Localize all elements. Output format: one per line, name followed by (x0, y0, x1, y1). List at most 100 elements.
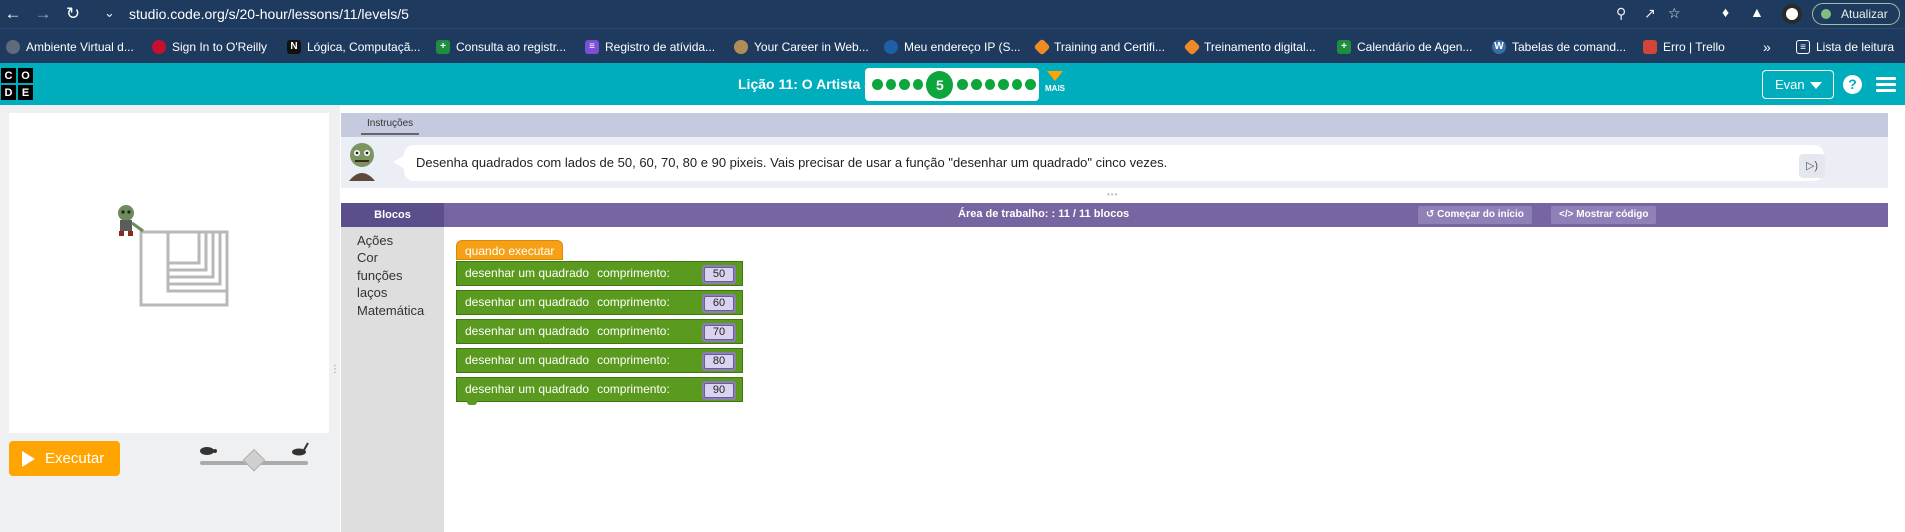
draw-square-block[interactable]: desenhar um quadrado comprimento: 50 (456, 261, 743, 286)
tab-instructions[interactable]: Instruções (361, 118, 420, 135)
more-levels-button[interactable]: MAIS (1044, 69, 1066, 99)
level-dot[interactable] (885, 79, 897, 90)
profile-avatar[interactable] (1782, 4, 1802, 24)
length-input[interactable]: 80 (702, 352, 736, 371)
logo-letter: O (17, 67, 34, 84)
zoom-icon[interactable]: ⚲ (1616, 5, 1626, 22)
level-dot[interactable] (984, 79, 996, 90)
bookmark-item[interactable]: Erro | Trello (1643, 38, 1725, 56)
length-value[interactable]: 50 (704, 267, 734, 282)
bookmark-item[interactable]: Treinamento digital... (1183, 38, 1316, 56)
logo-letter: D (0, 84, 17, 101)
update-dot-icon (1821, 9, 1831, 19)
bookmark-favicon-icon: N (287, 40, 301, 54)
user-menu-button[interactable]: Evan (1762, 70, 1834, 99)
bookmark-item[interactable]: W Tabelas de comand... (1492, 38, 1626, 56)
speed-thumb[interactable] (242, 448, 266, 472)
code-brackets-icon: </> (1559, 209, 1574, 220)
bookmark-item[interactable]: ≡ Registro de atívida... (585, 38, 715, 56)
workspace-header: Blocos Área de trabalho: : 11 / 11 bloco… (341, 203, 1888, 227)
forward-icon[interactable]: → (32, 3, 54, 25)
update-button[interactable]: Atualizar (1812, 3, 1900, 25)
length-input[interactable]: 90 (702, 381, 736, 400)
length-input[interactable]: 50 (702, 265, 736, 284)
length-value[interactable]: 60 (704, 296, 734, 311)
bookmark-item[interactable]: Ambiente Virtual d... (6, 38, 134, 56)
when-run-block[interactable]: quando executar (456, 240, 564, 260)
draw-square-block[interactable]: desenhar um quadrado comprimento: 80 (456, 348, 743, 373)
toolbox-category-loops[interactable]: laços (357, 285, 387, 300)
length-input[interactable]: 60 (702, 294, 736, 313)
bookmark-favicon-icon: + (1337, 40, 1351, 54)
block-workspace[interactable]: quando executar desenhar um quadrado comp… (444, 227, 1888, 532)
url-text[interactable]: studio.code.org/s/20-hour/lessons/11/lev… (129, 6, 409, 22)
run-button[interactable]: Executar (9, 441, 120, 476)
extensions-icon[interactable]: ♦ (1722, 4, 1729, 20)
lab-flask-icon[interactable]: ▲ (1750, 4, 1764, 20)
draw-square-block[interactable]: desenhar um quadrado comprimento: 90 (456, 377, 743, 405)
lesson-title[interactable]: Lição 11: O Artista 3 (738, 76, 872, 92)
more-chevron-icon (1047, 71, 1063, 81)
bookmark-item[interactable]: N Lógica, Computaçã... (287, 38, 420, 56)
level-dot[interactable] (957, 79, 968, 90)
show-code-button[interactable]: </> Mostrar código (1551, 206, 1657, 224)
block-label: desenhar um quadrado (465, 295, 590, 309)
zombie-artist-icon (118, 205, 144, 236)
bookmark-item[interactable]: + Calendário de Agen... (1337, 38, 1472, 56)
level-dot[interactable] (998, 79, 1009, 90)
level-dot[interactable] (899, 79, 910, 90)
level-dot[interactable] (970, 79, 982, 90)
site-info-icon[interactable]: ⌄ (104, 5, 115, 21)
current-level-bubble[interactable]: 5 (926, 70, 954, 99)
length-value[interactable]: 70 (704, 325, 734, 340)
drawn-squares (139, 230, 229, 307)
level-dot[interactable] (872, 79, 883, 90)
code-logo[interactable]: C O D E (0, 67, 34, 101)
logo-letter: E (17, 84, 34, 101)
help-icon[interactable]: ? (1843, 75, 1862, 94)
drawing-svg (118, 205, 229, 307)
column-resize-handle[interactable]: ⋮ (330, 365, 340, 387)
instructions-panel: Desenha quadrados com lados de 50, 60, 7… (341, 137, 1888, 188)
instructions-resize-handle[interactable]: ••• (1107, 191, 1127, 199)
restart-button[interactable]: ↺ Começar do início (1418, 206, 1532, 224)
length-label: comprimento: (597, 324, 670, 338)
level-dot[interactable] (1025, 79, 1036, 90)
toolbox-category-functions[interactable]: funções (357, 268, 403, 283)
hamburger-menu-icon[interactable] (1876, 77, 1896, 92)
length-value[interactable]: 80 (704, 354, 734, 369)
restart-label: Começar do início (1437, 209, 1524, 220)
draw-square-block[interactable]: desenhar um quadrado comprimento: 70 (456, 319, 743, 344)
toolbox-category-math[interactable]: Matemática (357, 303, 424, 318)
bookmark-item[interactable]: Sign In to O'Reilly (152, 38, 267, 56)
bookmark-label: Consulta ao registr... (456, 40, 567, 54)
level-dot[interactable] (912, 79, 924, 90)
reading-list-label: Lista de leitura (1816, 40, 1895, 54)
run-label: Executar (45, 450, 105, 467)
more-bookmarks-button[interactable]: » (1763, 38, 1771, 56)
share-icon[interactable]: ↗ (1644, 5, 1656, 22)
length-value[interactable]: 90 (704, 383, 734, 398)
bookmark-item[interactable]: + Consulta ao registr... (436, 38, 566, 56)
address-bar[interactable]: ⌄ studio.code.org/s/20-hour/lessons/11/l… (96, 2, 1686, 26)
bookmark-item[interactable]: Meu endereço IP (S... (884, 38, 1021, 56)
draw-square-block[interactable]: desenhar um quadrado comprimento: 60 (456, 290, 743, 315)
text-to-speech-icon[interactable]: ▷) (1799, 154, 1825, 178)
toolbox-category-color[interactable]: Cor (357, 250, 378, 265)
reload-icon[interactable]: ↻ (62, 3, 84, 25)
level-dot[interactable] (1011, 79, 1023, 90)
back-icon[interactable]: ← (2, 3, 24, 25)
browser-toolbar: ← → ↻ ⌄ studio.code.org/s/20-hour/lesson… (0, 0, 1905, 28)
speed-slider[interactable] (198, 442, 310, 475)
bookmark-item[interactable]: Your Career in Web... (734, 38, 869, 56)
bookmark-favicon-icon (6, 40, 20, 54)
length-input[interactable]: 70 (702, 323, 736, 342)
reading-list-button[interactable]: ≡ Lista de leitura (1796, 38, 1894, 56)
bookmark-favicon-icon: W (1492, 40, 1506, 54)
bookmark-star-icon[interactable]: ☆ (1668, 5, 1681, 22)
block-label: desenhar um quadrado (465, 382, 590, 396)
bookmark-label: Erro | Trello (1663, 40, 1725, 54)
bookmark-item[interactable]: Training and Certifi... (1033, 38, 1165, 56)
update-label: Atualizar (1841, 7, 1888, 21)
toolbox-category-actions[interactable]: Ações (357, 233, 393, 248)
